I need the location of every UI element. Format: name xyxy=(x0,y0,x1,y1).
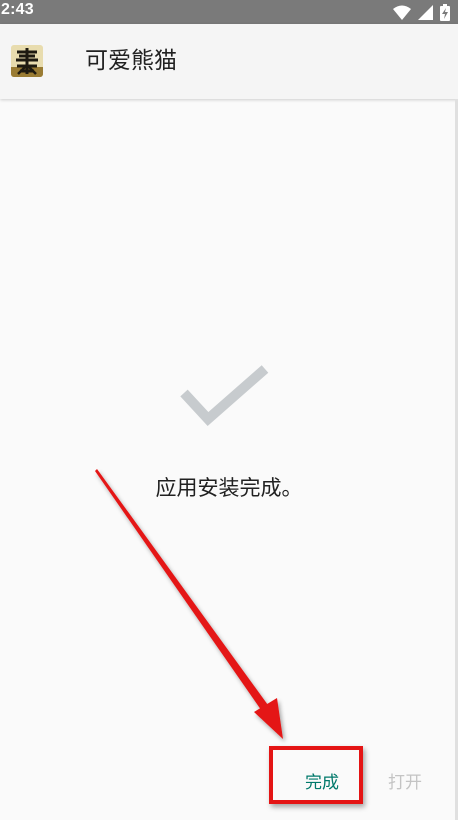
status-bar: 2:43 xyxy=(0,0,458,24)
app-title: 可爱熊猫 xyxy=(85,48,177,74)
app-logo-icon xyxy=(11,45,43,77)
annotation-highlight-box xyxy=(269,746,363,804)
status-time: 2:43 xyxy=(1,1,34,18)
battery-charging-icon xyxy=(440,3,450,21)
wifi-icon xyxy=(393,5,411,20)
signal-icon xyxy=(418,4,433,20)
install-complete-message: 应用安装完成。 xyxy=(155,476,303,500)
open-button[interactable]: 打开 xyxy=(388,771,422,795)
checkmark-icon xyxy=(180,365,269,426)
status-icons xyxy=(393,3,450,21)
app-bar: 可爱熊猫 xyxy=(0,24,458,99)
